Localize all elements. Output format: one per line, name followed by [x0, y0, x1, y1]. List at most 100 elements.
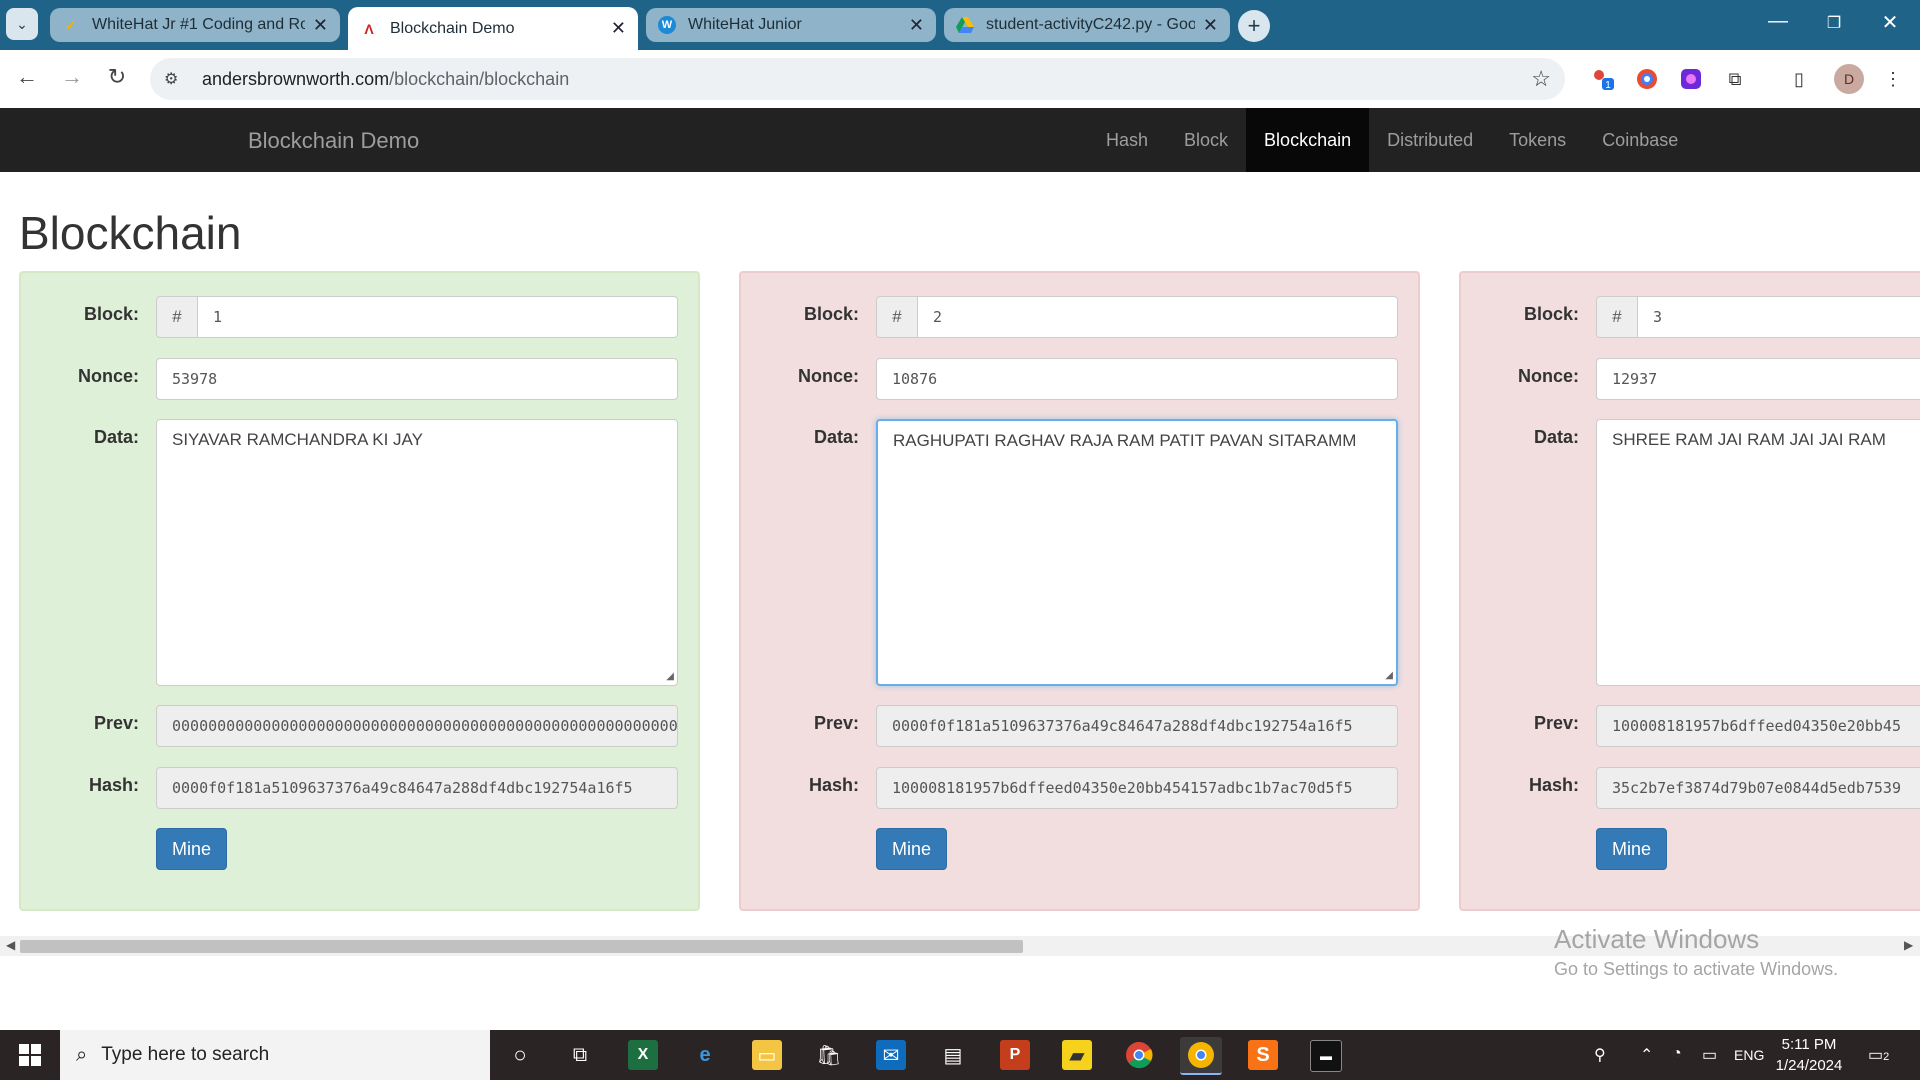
block-number-input[interactable]: 2: [918, 296, 1398, 338]
notifications-icon[interactable]: ▭2: [1868, 1045, 1889, 1065]
close-icon[interactable]: ✕: [611, 18, 626, 39]
people-icon[interactable]: ⚲: [1594, 1045, 1606, 1065]
extension-badge-icon[interactable]: 1: [1590, 66, 1616, 92]
profile-avatar[interactable]: D: [1834, 64, 1864, 94]
watermark-title: Activate Windows: [1554, 924, 1760, 954]
sticky-notes-icon[interactable]: ▰: [1062, 1040, 1092, 1070]
tab-title: student-activityC242.py - Goog: [986, 16, 1195, 33]
nonce-input[interactable]: 53978: [156, 358, 678, 400]
chevron-up-icon[interactable]: ⌃: [1640, 1045, 1653, 1065]
notification-count: 2: [1883, 1051, 1890, 1063]
clock[interactable]: 5:11 PM 1/24/2024: [1764, 1034, 1854, 1076]
plus-icon: +: [1247, 13, 1261, 38]
cortana-icon[interactable]: ○: [505, 1040, 535, 1070]
edge-icon[interactable]: e: [690, 1040, 720, 1070]
extensions-puzzle-icon[interactable]: ⧉: [1722, 66, 1748, 92]
minimize-button[interactable]: —: [1758, 10, 1798, 33]
window-app-icon[interactable]: ▤: [938, 1040, 968, 1070]
tab-whitehat-coding[interactable]: ✓ WhiteHat Jr #1 Coding and Rob ✕: [50, 8, 340, 42]
mine-button[interactable]: Mine: [156, 828, 227, 870]
prev-hash-field: 100008181957b6dffeed04350e20bb45: [1596, 705, 1920, 747]
browser-tab-bar: ⌄ ✓ WhiteHat Jr #1 Coding and Rob ✕ Λ Bl…: [0, 0, 1920, 50]
svg-text:1: 1: [1605, 80, 1611, 91]
kebab-menu-icon[interactable]: ⋮: [1880, 66, 1906, 92]
tab-search-button[interactable]: ⌄: [6, 8, 38, 40]
resize-handle-icon[interactable]: ◢: [1385, 670, 1393, 681]
avatar-initial: D: [1843, 71, 1855, 87]
data-text: SHREE RAM JAI RAM JAI JAI RAM: [1612, 430, 1886, 449]
excel-icon[interactable]: X: [628, 1040, 658, 1070]
block-number-input[interactable]: 1: [198, 296, 678, 338]
block-panel-3: Block: # 3 Nonce: 12937 Data: SHREE RAM …: [1459, 271, 1920, 911]
bookmark-star-icon[interactable]: ☆: [1531, 66, 1551, 92]
nav-block[interactable]: Block: [1166, 108, 1246, 172]
clock-time: 5:11 PM: [1781, 1036, 1837, 1053]
data-textarea[interactable]: SHREE RAM JAI RAM JAI JAI RAM: [1596, 419, 1920, 686]
battery-icon[interactable]: ▭: [1702, 1045, 1717, 1065]
nav-blockchain[interactable]: Blockchain: [1246, 108, 1370, 172]
side-panel-icon[interactable]: ▯: [1786, 66, 1812, 92]
site-settings-icon[interactable]: ⚙: [164, 69, 190, 89]
color-extension-icon[interactable]: [1634, 66, 1660, 92]
tab-title: Blockchain Demo: [390, 19, 515, 37]
start-button[interactable]: [0, 1030, 60, 1080]
block-label: Block:: [803, 304, 859, 324]
data-label: Data:: [93, 427, 139, 447]
taskbar-search-input[interactable]: ⌕ Type here to search: [60, 1030, 490, 1080]
sublime-text-icon[interactable]: S: [1248, 1040, 1278, 1070]
site-brand-link[interactable]: Blockchain Demo: [248, 128, 419, 154]
file-explorer-icon[interactable]: ▭: [752, 1040, 782, 1070]
data-text: RAGHUPATI RAGHAV RAJA RAM PATIT PAVAN SI…: [893, 431, 1357, 450]
scroll-left-arrow-icon[interactable]: ◀: [6, 938, 15, 952]
chrome-profile-icon[interactable]: [1180, 1037, 1222, 1075]
terminal-icon[interactable]: ▬: [1310, 1040, 1342, 1072]
prev-hash-field: 0000000000000000000000000000000000000000…: [156, 705, 678, 747]
close-icon[interactable]: ✕: [313, 15, 328, 36]
scroll-right-arrow-icon[interactable]: ▶: [1904, 938, 1913, 952]
tab-google-drive[interactable]: student-activityC242.py - Goog ✕: [944, 8, 1230, 42]
mail-icon[interactable]: ✉: [876, 1040, 906, 1070]
arrow-right-icon: →: [61, 64, 83, 89]
task-view-icon[interactable]: ⧉: [565, 1040, 595, 1070]
nonce-label: Nonce:: [1517, 366, 1579, 386]
tab-title: WhiteHat Jr #1 Coding and Rob: [92, 16, 305, 33]
nav-coinbase[interactable]: Coinbase: [1584, 108, 1696, 172]
url-text: andersbrownworth.com/blockchain/blockcha…: [202, 69, 569, 90]
network-icon[interactable]: ◔: [1672, 1045, 1682, 1063]
mine-button[interactable]: Mine: [876, 828, 947, 870]
tab-blockchain-demo[interactable]: Λ Blockchain Demo ✕: [348, 7, 638, 50]
nav-hash[interactable]: Hash: [1088, 108, 1166, 172]
chrome-icon[interactable]: [1124, 1040, 1154, 1070]
mine-button[interactable]: Mine: [1596, 828, 1667, 870]
purple-extension-icon[interactable]: [1678, 66, 1704, 92]
nonce-input[interactable]: 10876: [876, 358, 1398, 400]
nav-tokens[interactable]: Tokens: [1491, 108, 1584, 172]
watermark-subtitle: Go to Settings to activate Windows.: [1554, 959, 1839, 979]
restore-button[interactable]: ❐: [1814, 13, 1854, 33]
tab-whitehat-junior[interactable]: W WhiteHat Junior ✕: [646, 8, 936, 42]
data-textarea[interactable]: RAGHUPATI RAGHAV RAJA RAM PATIT PAVAN SI…: [876, 419, 1398, 686]
scrollbar-thumb[interactable]: [20, 940, 1023, 953]
nonce-label: Nonce:: [77, 366, 139, 386]
arrow-left-icon: ←: [16, 64, 38, 89]
reload-button[interactable]: ↻: [102, 64, 132, 90]
store-icon[interactable]: 🛍: [814, 1040, 844, 1070]
nav-distributed[interactable]: Distributed: [1369, 108, 1491, 172]
tab-title: WhiteHat Junior: [688, 16, 802, 33]
new-tab-button[interactable]: +: [1238, 10, 1270, 42]
close-icon[interactable]: ✕: [909, 15, 924, 36]
nonce-input[interactable]: 12937: [1596, 358, 1920, 400]
resize-handle-icon[interactable]: ◢: [666, 671, 674, 682]
language-indicator[interactable]: ENG: [1734, 1047, 1764, 1063]
forward-button[interactable]: →: [57, 64, 87, 90]
nonce-label: Nonce:: [797, 366, 859, 386]
url-input[interactable]: ⚙ andersbrownworth.com/blockchain/blockc…: [150, 58, 1565, 100]
back-button[interactable]: ←: [12, 64, 42, 90]
close-icon[interactable]: ✕: [1203, 15, 1218, 36]
close-window-button[interactable]: ✕: [1870, 10, 1910, 35]
powerpoint-icon[interactable]: P: [1000, 1040, 1030, 1070]
minimize-icon: —: [1768, 10, 1788, 32]
restore-icon: ❐: [1826, 15, 1842, 32]
data-textarea[interactable]: SIYAVAR RAMCHANDRA KI JAY ◢: [156, 419, 678, 686]
block-number-input[interactable]: 3: [1638, 296, 1920, 338]
